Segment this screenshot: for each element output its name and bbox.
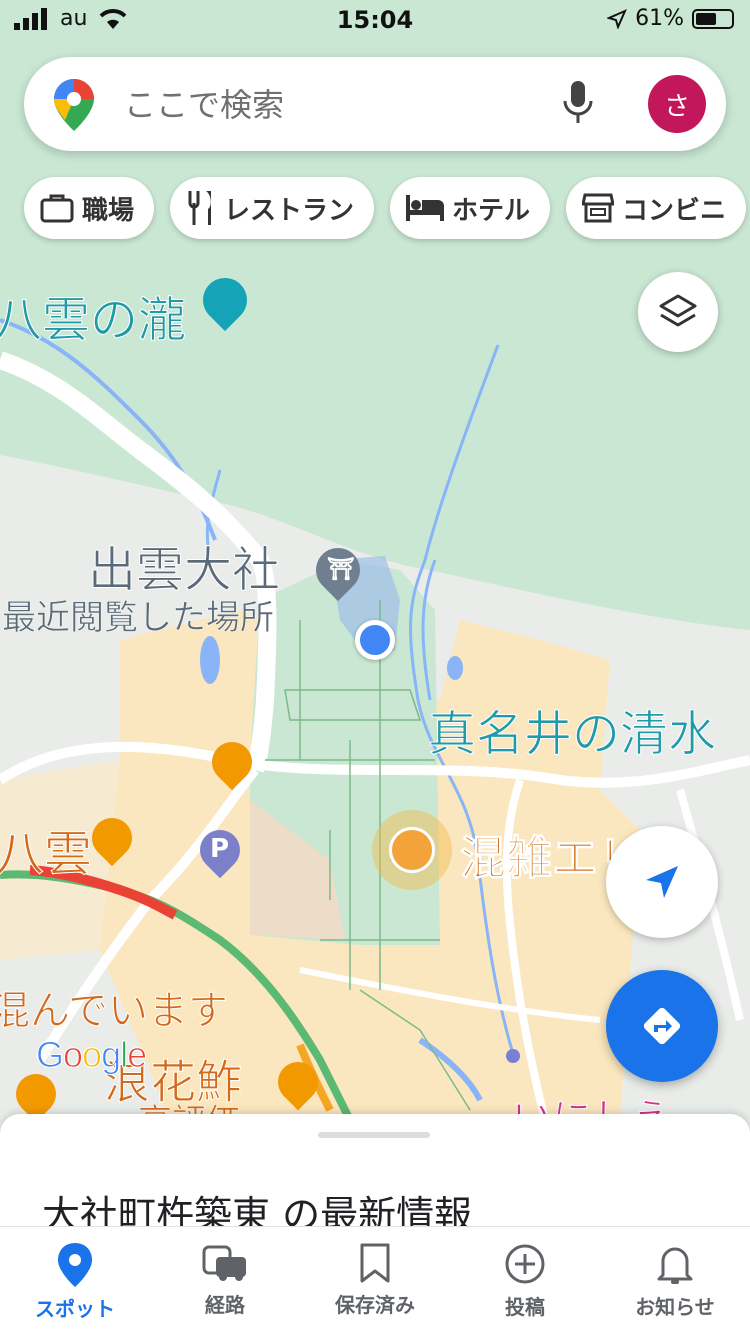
- map-label-busy: 混んでいます: [0, 988, 229, 1035]
- google-logo: Google: [35, 1034, 148, 1076]
- chip-label: ホテル: [452, 195, 531, 226]
- maps-pin-logo-icon: [54, 79, 94, 131]
- current-location-dot: [355, 620, 395, 660]
- logo-letter: o: [63, 1034, 84, 1076]
- chip-label: 職場: [82, 195, 135, 226]
- bed-icon: [406, 195, 445, 221]
- chip-work[interactable]: 職場: [24, 177, 155, 239]
- bell-icon: [657, 1247, 693, 1284]
- map-label-yakumo-falls[interactable]: 八雲の瀧: [0, 280, 187, 350]
- restaurant-marker-icon[interactable]: [269, 1053, 327, 1111]
- map-label-recent: 最近閲覧した場所: [2, 598, 275, 639]
- restaurant-marker-icon[interactable]: [83, 809, 141, 867]
- status-right: 61%: [607, 6, 734, 31]
- nav-saved[interactable]: 保存済み: [300, 1227, 450, 1335]
- microphone-icon[interactable]: [562, 81, 594, 125]
- navigation-arrow-icon: [646, 866, 678, 898]
- car-icon: [202, 1245, 246, 1281]
- sheet-drag-handle[interactable]: [318, 1132, 430, 1138]
- bookmark-icon: [360, 1243, 390, 1283]
- nav-updates[interactable]: お知らせ: [600, 1227, 750, 1335]
- chip-hotel[interactable]: ホテル: [390, 177, 551, 239]
- battery-icon: [692, 8, 734, 29]
- bottom-navigation: スポット 経路 保存済み 投稿 お知らせ: [0, 1226, 750, 1335]
- nav-explore[interactable]: スポット: [0, 1227, 150, 1335]
- nav-label: 保存済み: [335, 1293, 415, 1317]
- layers-icon: [659, 294, 697, 327]
- pin-icon: [58, 1243, 92, 1287]
- shrine-torii-icon: ⛩: [327, 557, 355, 582]
- parking-letter: P: [210, 834, 230, 864]
- directions-icon: [643, 1007, 681, 1045]
- logo-letter: g: [101, 1034, 122, 1076]
- chip-label: コンビニ: [622, 195, 727, 226]
- nav-label: 投稿: [505, 1295, 545, 1319]
- logo-letter: e: [127, 1034, 148, 1076]
- search-bar[interactable]: さ: [24, 57, 726, 151]
- map-label-yakumo[interactable]: 八雲: [0, 814, 93, 884]
- my-location-button[interactable]: [606, 826, 718, 938]
- nav-label: お知らせ: [635, 1295, 715, 1319]
- store-icon: [582, 193, 615, 223]
- logo-letter: o: [82, 1034, 103, 1076]
- briefcase-icon: [40, 194, 74, 223]
- chip-convenience-store[interactable]: コンビニ: [566, 177, 747, 239]
- directions-button[interactable]: [606, 970, 718, 1082]
- battery-percent: 61%: [635, 6, 684, 31]
- utensils-icon: [188, 191, 212, 225]
- chip-label: レストラン: [224, 195, 355, 226]
- avatar[interactable]: さ: [648, 75, 706, 133]
- nav-contribute[interactable]: 投稿: [450, 1227, 600, 1335]
- location-arrow-icon: [607, 8, 628, 29]
- map-label-manai-spring[interactable]: 真名井の清水: [427, 694, 716, 764]
- plus-circle-icon: [505, 1244, 545, 1284]
- bottom-sheet[interactable]: 大社町杵築東 の最新情報: [0, 1114, 750, 1234]
- nav-label: スポット: [35, 1297, 115, 1321]
- logo-letter: G: [35, 1034, 64, 1076]
- category-chips: 職場 レストラン ホテル コンビニ: [24, 177, 747, 239]
- nav-label: 経路: [205, 1293, 245, 1317]
- search-input[interactable]: [122, 81, 546, 129]
- restaurant-marker-icon[interactable]: [203, 733, 261, 791]
- chip-restaurant[interactable]: レストラン: [170, 177, 375, 239]
- status-bar: au 15:04 61%: [0, 0, 750, 40]
- layers-button[interactable]: [638, 272, 718, 352]
- crowded-area-icon[interactable]: [372, 810, 452, 890]
- nav-commute[interactable]: 経路: [150, 1227, 300, 1335]
- falls-marker-icon[interactable]: [193, 268, 257, 332]
